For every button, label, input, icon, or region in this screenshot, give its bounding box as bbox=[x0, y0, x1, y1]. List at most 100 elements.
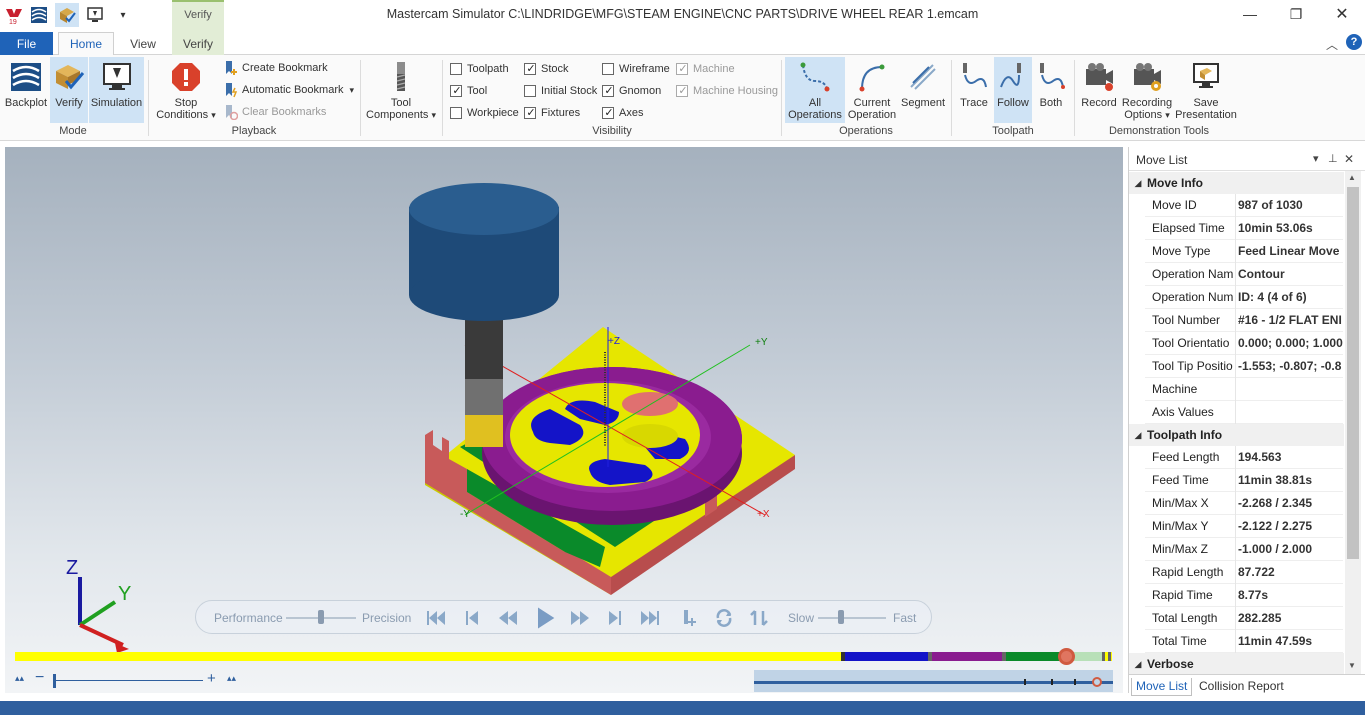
speed-slider-track[interactable] bbox=[818, 617, 886, 619]
gnomon-checkbox[interactable]: Gnomon bbox=[602, 83, 661, 99]
tab-file[interactable]: File bbox=[0, 32, 53, 55]
scroll-down-icon[interactable]: ▼ bbox=[1348, 661, 1356, 670]
tab-home[interactable]: Home bbox=[58, 32, 114, 56]
rewind-icon[interactable] bbox=[496, 606, 520, 630]
property-row[interactable]: Elapsed Time 10min 53.06s bbox=[1145, 217, 1343, 240]
skip-to-start-icon[interactable] bbox=[424, 606, 448, 630]
stop-conditions-button[interactable]: Stop Conditions ▾ bbox=[153, 57, 219, 123]
fixtures-checkbox[interactable]: Fixtures bbox=[524, 105, 580, 121]
automatic-bookmark-button[interactable]: Automatic Bookmark ▾ bbox=[222, 81, 354, 99]
property-row[interactable]: Tool Orientatio 0.000; 0.000; 1.000 bbox=[1145, 332, 1343, 355]
restore-icon[interactable]: ❐ bbox=[1273, 0, 1319, 28]
wireframe-checkbox[interactable]: Wireframe bbox=[602, 61, 670, 77]
property-row[interactable]: Min/Max X -2.268 / 2.345 bbox=[1145, 492, 1343, 515]
follow-button[interactable]: Follow bbox=[994, 57, 1032, 123]
skip-to-end-icon[interactable] bbox=[638, 606, 662, 630]
property-row[interactable]: Axis Values bbox=[1145, 401, 1343, 424]
current-operation-label-1: Current bbox=[853, 97, 891, 109]
minimize-icon[interactable]: — bbox=[1227, 0, 1273, 28]
property-row[interactable]: Tool Number #16 - 1/2 FLAT ENI bbox=[1145, 309, 1343, 332]
machine-checkbox[interactable]: Machine bbox=[676, 61, 735, 77]
property-row[interactable]: Total Length 282.285 bbox=[1145, 607, 1343, 630]
step-back-icon[interactable] bbox=[460, 606, 484, 630]
panel-scrollbar-thumb[interactable] bbox=[1347, 187, 1359, 559]
all-operations-button[interactable]: All Operations bbox=[785, 57, 845, 123]
zoom-in-icon[interactable]: + bbox=[207, 670, 216, 687]
property-row[interactable]: Tool Tip Positio -1.553; -0.807; -0.8 bbox=[1145, 355, 1343, 378]
property-row[interactable]: Move Type Feed Linear Move bbox=[1145, 240, 1343, 263]
collapse-ribbon-icon[interactable]: ︿ bbox=[1326, 36, 1338, 53]
timeline-tick bbox=[1102, 652, 1105, 661]
property-row[interactable]: Operation Nam Contour bbox=[1145, 263, 1343, 286]
verify-button[interactable]: Verify bbox=[50, 57, 88, 123]
tab-view[interactable]: View bbox=[118, 32, 168, 55]
category-verbose[interactable]: ◢ Verbose bbox=[1129, 653, 1344, 675]
toolpath-checkbox[interactable]: Toolpath bbox=[450, 61, 509, 77]
panel-menu-icon[interactable]: ▾ bbox=[1313, 152, 1319, 165]
quality-slider-thumb[interactable] bbox=[318, 610, 324, 624]
group-toolpath-label: Toolpath bbox=[992, 125, 1034, 137]
overview-marker[interactable] bbox=[1092, 677, 1102, 687]
property-row[interactable]: Min/Max Y -2.122 / 2.275 bbox=[1145, 515, 1343, 538]
tool-components-button[interactable]: Tool Components ▾ bbox=[364, 57, 438, 123]
axes-checkbox[interactable]: Axes bbox=[602, 105, 643, 121]
help-icon[interactable]: ? bbox=[1346, 34, 1362, 50]
simulation-button[interactable]: Simulation bbox=[89, 57, 144, 123]
scroll-up-icon[interactable]: ▲ bbox=[1348, 173, 1356, 182]
tab-collision-report[interactable]: Collision Report bbox=[1195, 678, 1288, 696]
zoom-slider-track[interactable] bbox=[56, 680, 203, 681]
zoom-out-far-icon[interactable]: ▴▴ bbox=[15, 673, 24, 684]
gnomon-y bbox=[78, 600, 117, 627]
property-row[interactable]: Operation Num ID: 4 (4 of 6) bbox=[1145, 286, 1343, 309]
collapse-triangle-icon[interactable]: ◢ bbox=[1129, 178, 1147, 189]
segment-button[interactable]: Segment bbox=[899, 57, 947, 123]
zoom-out-icon[interactable]: − bbox=[35, 669, 44, 687]
property-row[interactable]: Rapid Time 8.77s bbox=[1145, 584, 1343, 607]
pin-icon[interactable]: ⊥ bbox=[1328, 152, 1338, 165]
backplot-button[interactable]: Backplot bbox=[3, 57, 49, 123]
clear-bookmarks-button[interactable]: Clear Bookmarks bbox=[222, 103, 326, 121]
property-row[interactable]: Total Time 11min 47.59s bbox=[1145, 630, 1343, 653]
property-row[interactable]: Min/Max Z -1.000 / 2.000 bbox=[1145, 538, 1343, 561]
close-icon[interactable]: ✕ bbox=[1319, 0, 1365, 28]
panel-close-icon[interactable]: ✕ bbox=[1344, 152, 1354, 166]
recording-options-button[interactable]: Recording Options ▾ bbox=[1121, 57, 1173, 123]
tab-move-list[interactable]: Move List bbox=[1131, 678, 1193, 696]
step-forward-icon[interactable] bbox=[603, 606, 627, 630]
loop-icon[interactable] bbox=[712, 606, 736, 630]
add-bookmark-icon[interactable] bbox=[678, 606, 702, 630]
collapse-triangle-icon[interactable]: ◢ bbox=[1129, 430, 1147, 441]
collapse-triangle-icon[interactable]: ◢ bbox=[1129, 659, 1147, 670]
category-move-info[interactable]: ◢ Move Info bbox=[1129, 172, 1344, 194]
zoom-slider-thumb[interactable] bbox=[53, 674, 56, 688]
initial-stock-checkbox[interactable]: Initial Stock bbox=[524, 83, 597, 99]
current-operation-button[interactable]: Current Operation bbox=[846, 57, 898, 123]
property-row[interactable]: Machine bbox=[1145, 378, 1343, 401]
overview-strip[interactable] bbox=[754, 670, 1113, 692]
speed-slider-thumb[interactable] bbox=[838, 610, 844, 624]
machine-housing-checkbox[interactable]: Machine Housing bbox=[676, 83, 778, 99]
property-row[interactable]: Feed Time 11min 38.81s bbox=[1145, 469, 1343, 492]
category-toolpath-info[interactable]: ◢ Toolpath Info bbox=[1129, 424, 1344, 446]
workpiece-checkbox[interactable]: Workpiece bbox=[450, 105, 519, 121]
stock-checkbox[interactable]: Stock bbox=[524, 61, 569, 77]
save-presentation-button[interactable]: Save Presentation bbox=[1174, 57, 1238, 123]
fast-forward-icon[interactable] bbox=[568, 606, 592, 630]
tool-checkbox[interactable]: Tool bbox=[450, 83, 487, 99]
create-bookmark-button[interactable]: Create Bookmark bbox=[222, 59, 328, 77]
property-row[interactable]: Feed Length 194.563 bbox=[1145, 446, 1343, 469]
timeline-bar[interactable] bbox=[15, 652, 1112, 661]
both-button[interactable]: Both bbox=[1033, 57, 1069, 123]
property-row[interactable]: Rapid Length 87.722 bbox=[1145, 561, 1343, 584]
zoom-in-far-icon[interactable]: ▴▴ bbox=[227, 673, 236, 684]
spindle-top bbox=[409, 183, 559, 235]
property-key: Min/Max Y bbox=[1145, 515, 1236, 538]
timeline-position-marker[interactable] bbox=[1057, 648, 1075, 665]
trace-button[interactable]: Trace bbox=[955, 57, 993, 123]
group-separator bbox=[781, 60, 782, 136]
record-button[interactable]: Record bbox=[1078, 57, 1120, 123]
play-icon[interactable] bbox=[531, 604, 559, 632]
bounce-icon[interactable] bbox=[747, 606, 771, 630]
property-row[interactable]: Move ID 987 of 1030 bbox=[1145, 194, 1343, 217]
tab-verify[interactable]: Verify bbox=[172, 32, 224, 55]
